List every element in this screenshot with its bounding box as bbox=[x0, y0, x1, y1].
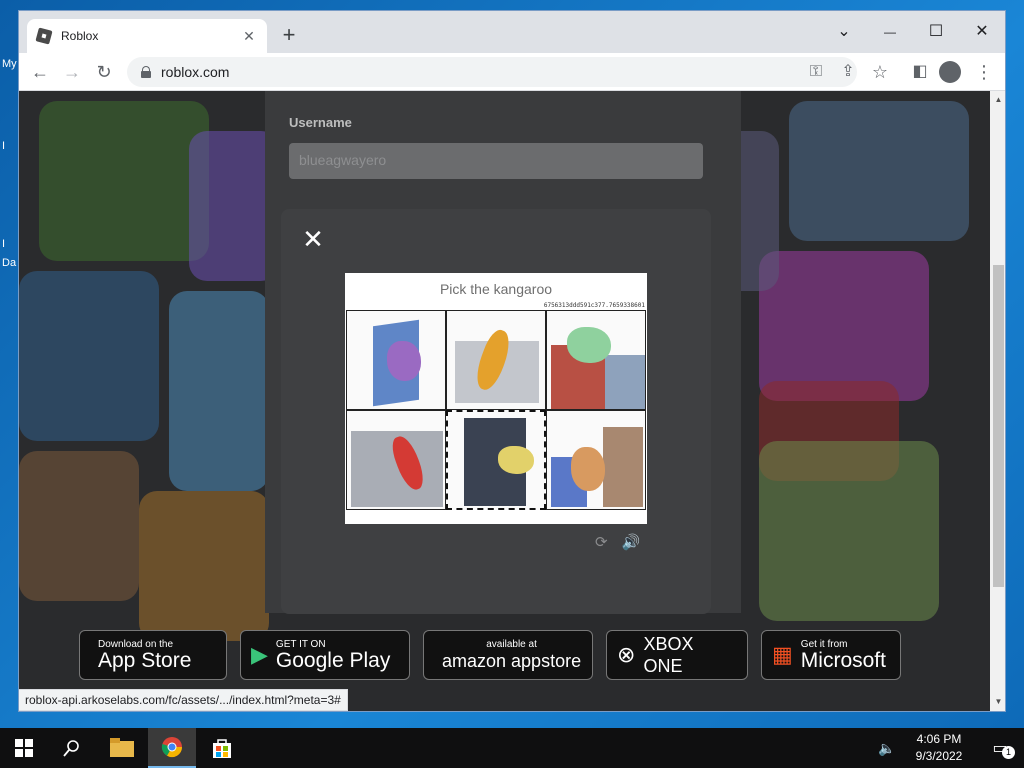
url-text[interactable]: roblox.com bbox=[161, 64, 229, 80]
game-thumbnail bbox=[139, 491, 269, 641]
scroll-down-arrow[interactable]: ▼ bbox=[990, 697, 1005, 706]
google-play-badge[interactable]: ▶ GET IT ON Google Play bbox=[240, 630, 410, 680]
roblox-page: Username blueagwayero ✕ Pick the kangaro… bbox=[19, 91, 990, 711]
microsoft-store-badge[interactable]: ▦ Get it from Microsoft bbox=[761, 630, 901, 680]
microsoft-icon: ▦ bbox=[772, 642, 793, 667]
start-button[interactable] bbox=[0, 728, 48, 768]
captcha-tile-frog[interactable] bbox=[546, 310, 646, 410]
chrome-icon bbox=[161, 737, 183, 758]
windows-logo-icon bbox=[15, 739, 33, 757]
scroll-thumb[interactable] bbox=[993, 265, 1004, 587]
reload-icon[interactable]: ⟳ bbox=[595, 533, 608, 551]
tab-search-button[interactable]: ⌄ bbox=[821, 17, 867, 47]
close-icon[interactable]: ✕ bbox=[301, 226, 325, 252]
back-button[interactable]: ← bbox=[27, 59, 53, 85]
desktop-icon-label[interactable]: I bbox=[2, 238, 5, 250]
browser-toolbar: ← → ↻ roblox.com ⚿ ⇪ ☆ ◧ ⋮ bbox=[19, 53, 1005, 91]
game-thumbnail bbox=[169, 291, 269, 491]
side-panel-icon[interactable]: ◧ bbox=[907, 59, 933, 85]
game-thumbnail bbox=[759, 251, 929, 401]
clock-date: 9/3/2022 bbox=[915, 749, 963, 763]
app-store-badge[interactable]: Download on the App Store bbox=[79, 630, 227, 680]
game-thumbnail bbox=[19, 271, 159, 441]
badge-small-text: Download on the bbox=[98, 638, 174, 650]
tab-close-icon[interactable]: ✕ bbox=[241, 28, 257, 45]
google-play-icon: ▶ bbox=[251, 642, 268, 667]
captcha-tile-teddy-bear[interactable] bbox=[546, 410, 646, 510]
lock-icon[interactable] bbox=[141, 66, 151, 78]
bookmark-star-icon[interactable]: ☆ bbox=[867, 59, 893, 85]
forward-button[interactable]: → bbox=[59, 59, 85, 85]
tab-roblox[interactable]: Roblox ✕ bbox=[27, 19, 267, 53]
roblox-favicon-icon bbox=[35, 27, 53, 45]
captcha-prompt: Pick the kangaroo bbox=[439, 281, 553, 297]
audio-icon[interactable]: 🔊 bbox=[622, 533, 641, 551]
search-icon bbox=[63, 740, 79, 757]
share-icon[interactable]: ⇪ bbox=[835, 59, 861, 85]
captcha-grid bbox=[346, 310, 646, 510]
key-icon[interactable]: ⚿ bbox=[803, 59, 829, 85]
captcha-session-id: 6756313ddd591c377.7659338601 bbox=[543, 302, 645, 309]
xbox-icon: ⊗ bbox=[617, 642, 636, 667]
taskbar: 🔈 4:06 PM 9/3/2022 ▭ 1 bbox=[0, 728, 1024, 768]
badge-big-text: XBOX ONE bbox=[643, 634, 694, 676]
scroll-up-arrow[interactable]: ▲ bbox=[990, 95, 1005, 104]
captcha-tile-grapes[interactable] bbox=[346, 310, 446, 410]
desktop-icon-label[interactable]: I bbox=[2, 140, 5, 152]
chrome-taskbar-button[interactable] bbox=[148, 728, 196, 768]
desktop-icon-label[interactable]: Da bbox=[2, 257, 16, 269]
status-bar-url: roblox-api.arkoselabs.com/fc/assets/.../… bbox=[19, 689, 348, 711]
username-input[interactable]: blueagwayero bbox=[289, 143, 703, 179]
captcha-tile-camel[interactable] bbox=[446, 410, 546, 510]
captcha-challenge: Pick the kangaroo 6756313ddd591c377.7659… bbox=[345, 273, 647, 524]
tab-title: Roblox bbox=[61, 29, 99, 43]
notification-center-button[interactable]: ▭ 1 bbox=[976, 728, 1024, 768]
captcha-tile-parrot[interactable] bbox=[346, 410, 446, 510]
app-store-badges: Download on the App Store ▶ GET IT ON Goog… bbox=[79, 630, 901, 680]
badge-small-text: available at bbox=[486, 638, 537, 650]
captcha-controls: ⟳ 🔊 bbox=[595, 533, 640, 551]
store-bag-icon bbox=[213, 739, 231, 758]
amazon-appstore-badge[interactable]: available at amazon appstore bbox=[423, 630, 593, 680]
badge-big-text: Google Play bbox=[275, 648, 391, 672]
game-thumbnail bbox=[789, 101, 969, 241]
badge-small-text: GET IT ON bbox=[275, 638, 326, 650]
xbox-one-badge[interactable]: ⊗ XBOX ONE bbox=[606, 630, 748, 680]
badge-small-text: Get it from bbox=[800, 638, 848, 650]
page-scrollbar[interactable]: ▲ ▼ bbox=[990, 91, 1005, 711]
close-window-button[interactable]: ✕ bbox=[959, 17, 1005, 47]
game-thumbnail bbox=[759, 441, 939, 621]
new-tab-button[interactable]: + bbox=[277, 23, 301, 47]
badge-big-text: amazon appstore bbox=[442, 650, 582, 671]
store-taskbar-button[interactable] bbox=[198, 728, 246, 768]
volume-muted-icon[interactable]: 🔈 bbox=[872, 728, 902, 768]
file-explorer-button[interactable] bbox=[98, 728, 146, 768]
address-bar[interactable]: roblox.com bbox=[127, 57, 857, 87]
search-button[interactable] bbox=[48, 728, 96, 768]
tab-strip: Roblox ✕ + ⌄ — ☐ ✕ bbox=[19, 11, 1005, 53]
profile-avatar[interactable] bbox=[939, 61, 961, 83]
username-label: Username bbox=[289, 115, 352, 130]
captcha-tile-kangaroo[interactable] bbox=[446, 310, 546, 410]
folder-icon bbox=[110, 738, 134, 757]
notification-count-badge: 1 bbox=[1002, 746, 1015, 759]
badge-big-text: Microsoft bbox=[800, 648, 886, 672]
badge-big-text: App Store bbox=[98, 648, 192, 672]
reload-button[interactable]: ↻ bbox=[91, 59, 117, 85]
menu-icon[interactable]: ⋮ bbox=[971, 59, 997, 85]
game-thumbnail bbox=[39, 101, 209, 261]
game-thumbnail bbox=[19, 451, 139, 601]
minimize-button[interactable]: — bbox=[867, 17, 913, 47]
desktop-icon-label[interactable]: My bbox=[2, 58, 17, 70]
browser-window: Roblox ✕ + ⌄ — ☐ ✕ ← → ↻ roblox.com ⚿ ⇪ … bbox=[18, 10, 1006, 712]
system-clock[interactable]: 4:06 PM 9/3/2022 bbox=[908, 731, 970, 765]
clock-time: 4:06 PM bbox=[916, 732, 962, 746]
maximize-button[interactable]: ☐ bbox=[913, 17, 959, 47]
